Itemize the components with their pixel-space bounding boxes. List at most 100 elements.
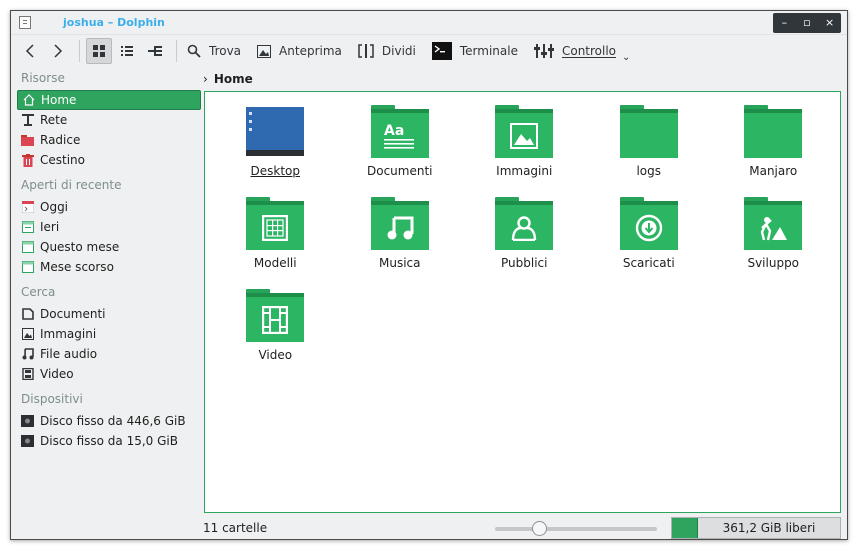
file-item-logs[interactable]: logs [587,100,712,192]
file-grid: Desktop Aa Documenti Immagini logs Manja… [213,100,836,376]
sidebar-item-label: Disco fisso da 446,6 GiB [40,414,186,428]
file-item-immagini[interactable]: Immagini [462,100,587,192]
file-name: Desktop [250,164,301,178]
folder-templates-icon [245,192,305,250]
sidebar-item-label: Immagini [40,327,97,341]
devices-header: Dispositivi [21,392,83,406]
file-item-sviluppo[interactable]: Sviluppo [711,192,836,284]
sidebar-item-label: Home [41,93,77,107]
sidebar-item-label: Cestino [40,153,85,167]
sidebar-item-this-month[interactable]: Questo mese [17,237,201,257]
sidebar-item-label: Radice [40,133,81,147]
file-name: logs [636,164,662,178]
chevron-right-icon: › [203,72,208,86]
desktop-icon [245,100,305,158]
sidebar-item-video[interactable]: Video [17,364,201,384]
file-name: Video [258,348,293,362]
sidebar-item-last-month[interactable]: Mese scorso [17,257,201,277]
titlebar: joshua – Dolphin – ▫ × [11,11,847,35]
icons-view-icon [93,45,105,57]
sidebar-item-disk-2[interactable]: Disco fisso da 15,0 GiB [17,431,201,451]
file-item-video[interactable]: Video [213,284,338,376]
search-header: Cerca [21,285,56,299]
file-item-pubblici[interactable]: Pubblici [462,192,587,284]
free-space-text: 361,2 GiB liberi [722,521,816,535]
home-icon [22,94,35,107]
sidebar-item-trash[interactable]: Cestino [17,150,201,170]
terminal-icon [431,42,452,60]
icons-view-button[interactable] [86,38,112,64]
dolphin-window: joshua – Dolphin – ▫ × Trova Anteprima D… [10,10,848,540]
sidebar-item-disk-1[interactable]: Disco fisso da 446,6 GiB [17,411,201,431]
folder-music-icon [370,192,430,250]
zoom-slider-handle[interactable] [531,521,547,536]
sidebar-item-label: Rete [40,113,68,127]
toolbar-separator [176,40,177,62]
preview-button[interactable]: Anteprima [253,38,346,64]
devices-group: Dispositivi Disco fisso da 446,6 GiB Dis… [17,390,201,451]
sidebar-item-label: Ieri [40,220,60,234]
calendar-yesterday-icon [21,221,34,234]
details-view-button[interactable] [114,38,140,64]
back-button[interactable] [17,38,43,64]
folder-pictures-icon [494,100,554,158]
file-item-modelli[interactable]: Modelli [213,192,338,284]
file-name: Musica [379,256,421,270]
split-view-icon [358,44,374,58]
file-view[interactable]: Desktop Aa Documenti Immagini logs Manja… [204,91,841,513]
split-label: Dividi [381,44,416,58]
terminal-button[interactable]: Terminale [428,38,522,64]
places-panel: Risorse Home Rete Radice Cestino Aperti … [17,69,201,519]
details-view-icon [121,46,133,56]
calendar-lastmonth-icon [21,261,34,274]
folder-icon [619,100,679,158]
file-item-desktop[interactable]: Desktop [213,100,338,192]
sidebar-item-home[interactable]: Home [17,90,201,110]
toolbar-separator [79,40,80,62]
sidebar-item-images[interactable]: Immagini [17,324,201,344]
folder-documents-icon: Aa [370,100,430,158]
window-menu-icon[interactable] [19,16,31,29]
image-icon [21,328,34,341]
breadcrumb-current[interactable]: Home [214,72,253,86]
minimize-button[interactable]: – [775,14,793,32]
sidebar-item-label: Documenti [40,307,106,321]
sidebar-item-label: Video [40,367,74,381]
used-space-bar [672,518,698,538]
root-folder-icon [21,134,34,147]
file-item-scaricati[interactable]: Scaricati [587,192,712,284]
file-item-documenti[interactable]: Aa Documenti [338,100,463,192]
find-button[interactable]: Trova [183,38,245,64]
sidebar-item-yesterday[interactable]: Ieri [17,217,201,237]
control-button[interactable]: Controllo ⌄ [530,38,634,64]
window-controls: – ▫ × [773,13,841,33]
sidebar-item-label: Questo mese [40,240,120,254]
close-button[interactable]: × [821,14,839,32]
zoom-slider[interactable] [495,521,657,536]
breadcrumb[interactable]: › Home [203,69,253,89]
sidebar-item-documents[interactable]: Documenti [17,304,201,324]
toolbar: Trova Anteprima Dividi Terminale Control… [11,35,847,67]
sidebar-item-network[interactable]: Rete [17,110,201,130]
folder-download-icon [619,192,679,250]
file-item-musica[interactable]: Musica [338,192,463,284]
control-sliders-icon [533,44,554,58]
forward-button[interactable] [45,38,71,64]
trash-icon [21,153,34,167]
document-icon [21,308,34,321]
file-item-manjaro[interactable]: Manjaro [711,100,836,192]
free-space-indicator[interactable]: 361,2 GiB liberi [671,517,841,539]
sidebar-item-root[interactable]: Radice [17,130,201,150]
split-button[interactable]: Dividi [354,38,420,64]
file-name: Immagini [496,164,553,178]
folder-videos-icon [245,284,305,342]
tree-view-button[interactable] [142,38,168,64]
tree-view-icon [148,46,162,56]
maximize-button[interactable]: ▫ [798,14,816,32]
sidebar-item-audio[interactable]: File audio [17,344,201,364]
video-icon [21,368,34,381]
sidebar-item-today[interactable]: Oggi [17,197,201,217]
find-label: Trova [209,44,242,58]
folder-icon [743,100,803,158]
network-icon [21,114,34,127]
